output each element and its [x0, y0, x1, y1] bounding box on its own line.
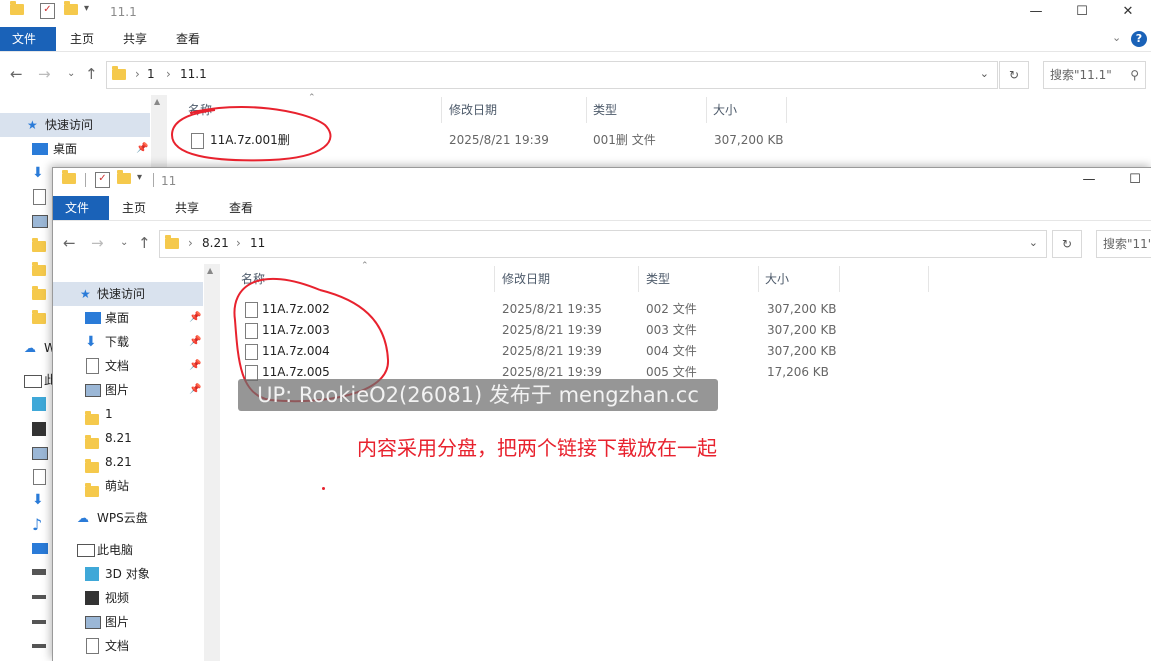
watermark: UP: RookieO2(26081) 发布于 mengzhan.cc	[238, 379, 718, 411]
annotation-text: 内容采用分盘，把两个链接下载放在一起	[357, 436, 717, 460]
red-circle-annotations	[170, 106, 390, 403]
red-circle-annotation	[170, 106, 332, 162]
red-dot	[322, 487, 325, 490]
